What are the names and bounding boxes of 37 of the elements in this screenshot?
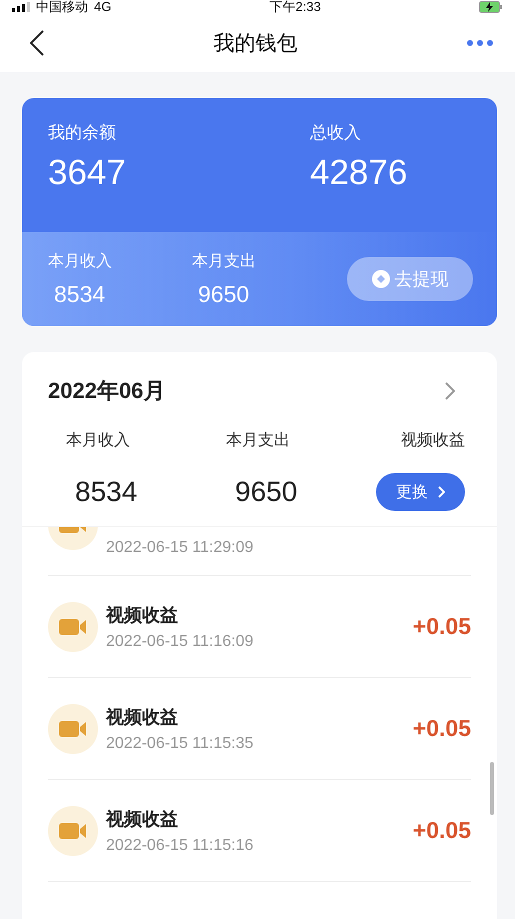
month-selector[interactable]: 2022年06月	[48, 376, 166, 406]
transaction-title: 视频收益	[106, 808, 179, 830]
transaction-time: 2022-06-15 11:29:09	[106, 539, 254, 557]
balance-amount: 3647	[48, 152, 127, 194]
transaction-time: 2022-06-15 11:15:16	[106, 836, 254, 854]
transaction-amount: +0.05	[412, 613, 471, 640]
coin-icon	[372, 270, 390, 288]
total-income-label: 总收入	[310, 122, 362, 144]
more-icon[interactable]	[467, 40, 493, 46]
transaction-amount: +0.05	[412, 715, 471, 742]
summary-label: 本月支出	[192, 252, 257, 272]
transaction-amount: +0.05	[412, 817, 471, 844]
transaction-time: 2022-06-15 11:16:09	[106, 632, 254, 650]
filter-label: 视频收益	[401, 430, 465, 451]
back-icon[interactable]	[30, 30, 44, 56]
transaction-time: 2022-06-15 11:15:35	[106, 734, 254, 752]
summary-amount: 8534	[53, 280, 106, 308]
stat-label: 本月支出	[226, 430, 291, 451]
transaction-title: 视频收益	[106, 706, 179, 728]
signal-icon	[12, 2, 30, 12]
total-income-amount: 42876	[310, 152, 408, 194]
stat-amount: 8534	[74, 476, 138, 508]
page-title: 我的钱包	[214, 31, 298, 57]
scrollbar	[490, 762, 494, 815]
network-type: 4G	[94, 0, 112, 14]
balance-label: 我的余额	[48, 122, 117, 144]
carrier-name: 中国移动	[36, 0, 88, 14]
clock-time: 下午2:33	[270, 0, 321, 14]
battery-charging-icon	[479, 1, 503, 13]
switch-button[interactable]: 更换	[376, 473, 465, 511]
summary-label: 本月收入	[48, 252, 113, 272]
transaction-title: 视频收益	[106, 604, 179, 626]
chevron-right-icon	[438, 486, 445, 498]
stat-label: 本月收入	[66, 430, 131, 451]
stat-amount: 9650	[234, 476, 298, 508]
chevron-right-icon[interactable]	[445, 382, 455, 400]
summary-amount: 9650	[197, 280, 250, 308]
